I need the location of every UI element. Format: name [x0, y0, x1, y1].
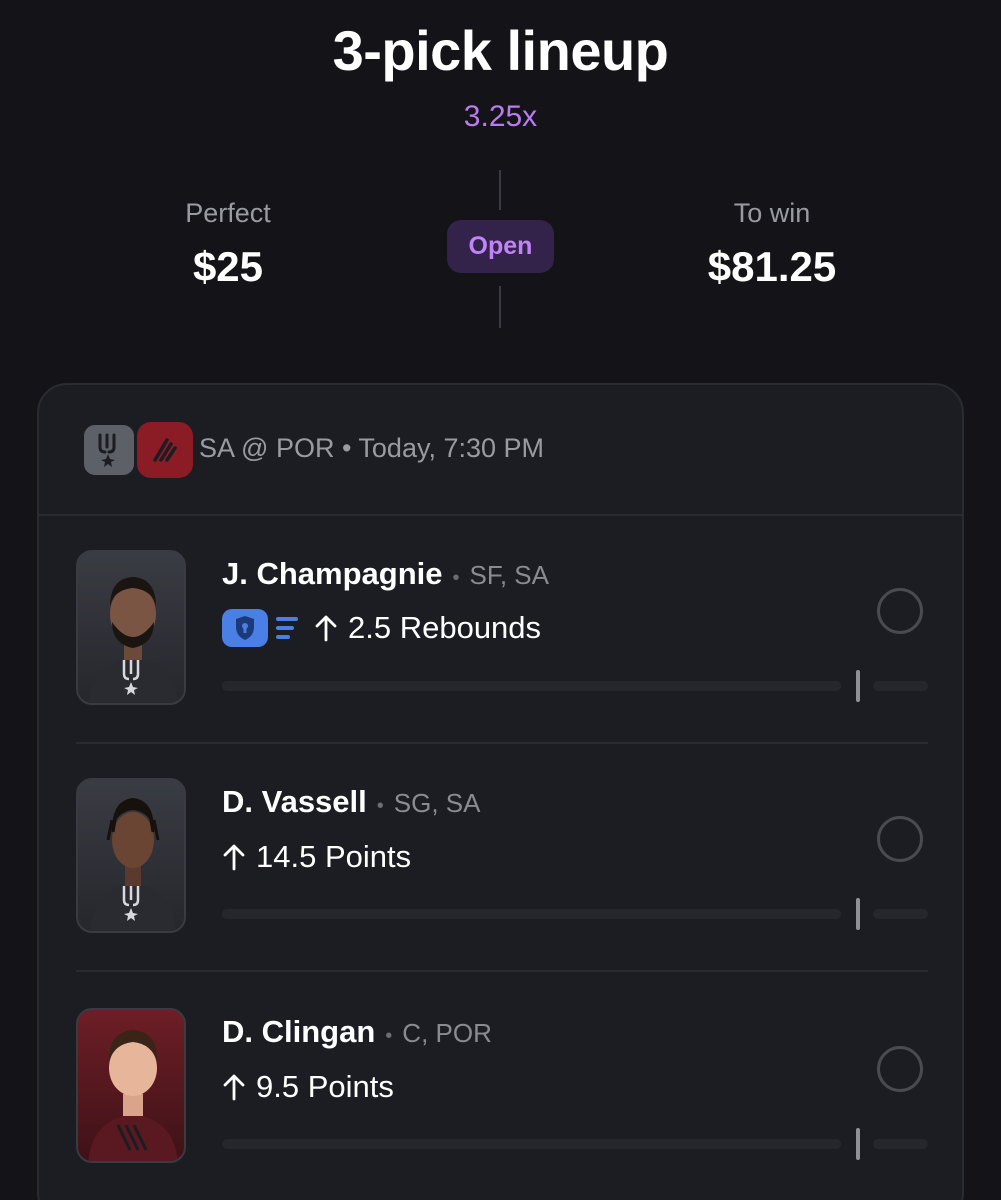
progress-track [222, 1139, 841, 1149]
progress-track-end [873, 681, 928, 691]
lineup-title: 3-pick lineup [332, 19, 669, 82]
pick-select-radio[interactable] [877, 1046, 923, 1092]
prop-line: 14.5 Points [222, 839, 411, 875]
player-name-line: D. Clingan • C, POR [222, 1014, 492, 1049]
progress-track-end [873, 909, 928, 919]
player-position-team: SF, SA [469, 560, 549, 590]
player-avatar [76, 778, 186, 933]
arrow-up-icon [223, 844, 245, 871]
player-position-team: SG, SA [393, 788, 481, 818]
to-win-label: To win [733, 198, 811, 228]
prop-text: 9.5 Points [256, 1069, 394, 1104]
entry-amount: $25 [192, 243, 264, 290]
game-info: SA @ POR • Today, 7:30 PM [199, 433, 545, 463]
to-win-amount: $81.25 [707, 243, 837, 290]
pick-row[interactable]: D. Clingan • C, POR 9.5 Points [76, 974, 928, 1200]
player-name: D. Vassell [222, 784, 367, 819]
progress-marker [856, 1128, 860, 1160]
player-avatar [76, 1008, 186, 1163]
payout-multiplier: 3.25x [463, 100, 538, 133]
player-name: D. Clingan [222, 1014, 376, 1049]
status-badge: Open [447, 220, 554, 273]
prop-line: 2.5 Rebounds [222, 609, 541, 647]
spurs-logo-icon [81, 422, 137, 478]
arrow-up-icon [223, 1074, 245, 1101]
pick-select-radio[interactable] [877, 588, 923, 634]
blazers-logo-icon [137, 422, 193, 478]
progress-track [222, 909, 841, 919]
player-name-line: J. Champagnie • SF, SA [222, 556, 549, 591]
entry-amount-block: Perfect $25 [78, 198, 378, 291]
player-name-line: D. Vassell • SG, SA [222, 784, 481, 819]
arrow-up-icon [315, 615, 337, 642]
lineup-card: SA @ POR • Today, 7:30 PM J. Champagnie •… [37, 383, 964, 1200]
progress-marker [856, 898, 860, 930]
prop-text: 14.5 Points [256, 839, 412, 874]
shield-lock-icon [222, 609, 268, 647]
divider-top [499, 170, 501, 210]
pick-row[interactable]: J. Champagnie • SF, SA 2.5 Rebounds [76, 516, 928, 744]
prop-line: 9.5 Points [222, 1069, 394, 1105]
player-position-team: C, POR [402, 1018, 492, 1048]
speed-lines-icon [276, 617, 298, 639]
player-name: J. Champagnie [222, 556, 443, 591]
prop-text: 2.5 Rebounds [348, 610, 542, 645]
pick-select-radio[interactable] [877, 816, 923, 862]
progress-track [222, 681, 841, 691]
to-win-block: To win $81.25 [622, 198, 922, 291]
game-header[interactable]: SA @ POR • Today, 7:30 PM [39, 385, 962, 516]
progress-track-end [873, 1139, 928, 1149]
pick-row[interactable]: D. Vassell • SG, SA 14.5 Points [76, 744, 928, 972]
player-avatar [76, 550, 186, 705]
divider-bottom [499, 286, 501, 328]
progress-marker [856, 670, 860, 702]
entry-label: Perfect [185, 198, 271, 228]
